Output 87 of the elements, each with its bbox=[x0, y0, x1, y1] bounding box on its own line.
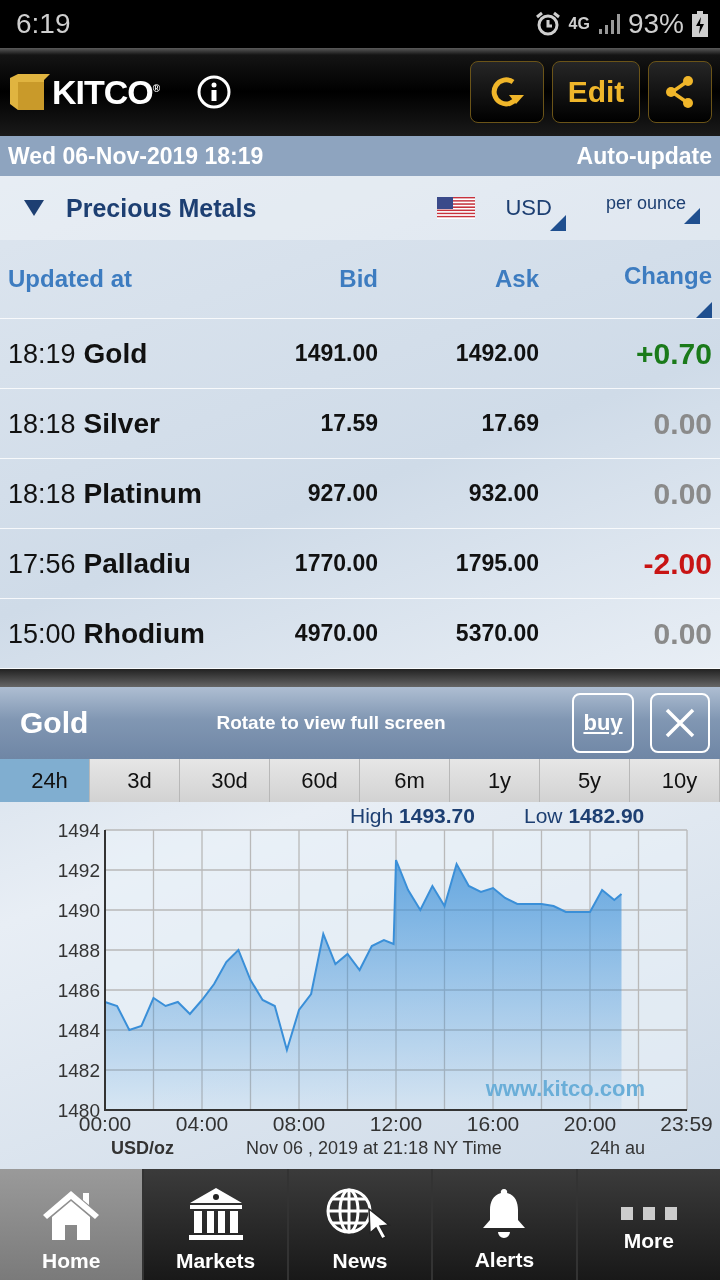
share-icon bbox=[664, 75, 696, 109]
price-change: +0.70 bbox=[635, 336, 712, 371]
date-time: Wed 06-Nov-2019 18:19 bbox=[8, 142, 264, 170]
axis-label: 12:00 bbox=[369, 1112, 423, 1135]
dropdown-icon bbox=[684, 207, 700, 224]
metal-name[interactable]: Silver bbox=[83, 407, 160, 440]
period-tab[interactable]: 6m bbox=[360, 759, 450, 802]
bid-price: 4970.00 bbox=[293, 620, 378, 647]
update-time: 15:00 bbox=[8, 618, 76, 650]
period-tab[interactable]: 30d bbox=[180, 759, 270, 802]
ask-price: 1795.00 bbox=[454, 550, 539, 577]
high-value: High 1493.70 bbox=[350, 804, 475, 827]
refresh-icon bbox=[489, 75, 525, 109]
nav-tab[interactable]: More bbox=[577, 1169, 720, 1280]
update-time: 17:56 bbox=[8, 548, 76, 580]
ask-price: 17.69 bbox=[480, 410, 539, 437]
edit-button[interactable]: Edit bbox=[552, 61, 640, 123]
share-button[interactable] bbox=[648, 61, 712, 123]
axis-label: 16:00 bbox=[466, 1112, 520, 1135]
metal-name[interactable]: Platinum bbox=[83, 477, 202, 510]
nav-tab[interactable]: Alerts bbox=[433, 1169, 576, 1280]
period-tab[interactable]: 5y bbox=[540, 759, 630, 802]
info-icon[interactable] bbox=[197, 75, 232, 109]
bid-price: 927.00 bbox=[306, 480, 378, 507]
refresh-button[interactable] bbox=[470, 61, 544, 123]
period-tab[interactable]: 60d bbox=[270, 759, 360, 802]
logo-text: KITCO$^{®}$ bbox=[52, 72, 160, 112]
ask-price: 932.00 bbox=[467, 480, 539, 507]
period-tab[interactable]: 10y bbox=[630, 759, 720, 802]
nav-tab[interactable]: Markets bbox=[144, 1169, 287, 1280]
alarm-icon bbox=[534, 11, 561, 37]
axis-label: 1488 bbox=[57, 940, 100, 961]
axis-label: 1494 bbox=[57, 820, 100, 841]
battery-level: 93% bbox=[627, 8, 684, 40]
metal-name[interactable]: Rhodium bbox=[83, 617, 205, 650]
period-tab[interactable]: 24h bbox=[0, 759, 90, 802]
update-time: 18:18 bbox=[8, 408, 76, 440]
price-change: 0.00 bbox=[652, 406, 712, 441]
watermark-text: www.kitco.com bbox=[485, 1076, 645, 1101]
bell-icon bbox=[481, 1188, 528, 1240]
axis-label: 08:00 bbox=[272, 1112, 326, 1135]
battery-icon bbox=[692, 11, 708, 37]
rotate-hint: Rotate to view full screen bbox=[215, 712, 447, 734]
nav-tab[interactable]: News bbox=[288, 1169, 432, 1280]
range-note: 24h au bbox=[590, 1138, 646, 1158]
metal-name[interactable]: Palladiu bbox=[83, 547, 191, 580]
axis-label: 1492 bbox=[57, 860, 100, 881]
section-title[interactable]: Precious Metals bbox=[66, 193, 438, 223]
update-time: 18:18 bbox=[8, 478, 76, 510]
clock: 6:19 bbox=[16, 8, 71, 40]
period-tab[interactable]: 3d bbox=[90, 759, 180, 802]
dropdown-icon bbox=[549, 215, 566, 231]
metal-name[interactable]: Gold bbox=[83, 337, 148, 370]
axis-label: 1486 bbox=[57, 980, 100, 1001]
chart-title: Gold bbox=[20, 706, 90, 740]
nav-tab[interactable]: Home bbox=[0, 1169, 143, 1280]
axis-label: 23:59 bbox=[660, 1112, 713, 1135]
expanded-triangle-icon[interactable] bbox=[24, 200, 44, 216]
close-icon bbox=[665, 708, 695, 738]
axis-label: 20:00 bbox=[563, 1112, 617, 1135]
axis-label: 1484 bbox=[57, 1020, 100, 1041]
bid-price: 1491.00 bbox=[293, 340, 378, 367]
price-change: -2.00 bbox=[642, 546, 712, 581]
dropdown-icon bbox=[696, 302, 712, 318]
logo-icon bbox=[10, 74, 50, 110]
price-change: 0.00 bbox=[652, 616, 712, 651]
close-button[interactable] bbox=[650, 693, 710, 753]
axis-label: 1482 bbox=[57, 1060, 100, 1081]
more-icon bbox=[620, 1207, 677, 1221]
network-label: 4G bbox=[568, 15, 590, 33]
bank-icon bbox=[187, 1187, 244, 1241]
axis-label: 04:00 bbox=[175, 1112, 229, 1135]
signal-icon bbox=[597, 13, 620, 35]
update-time: 18:19 bbox=[8, 338, 76, 370]
axis-label: 1490 bbox=[57, 900, 100, 921]
bid-price: 17.59 bbox=[319, 410, 378, 437]
currency-selector[interactable]: USD bbox=[505, 195, 552, 221]
ask-price: 1492.00 bbox=[454, 340, 539, 367]
price-change: 0.00 bbox=[652, 476, 712, 511]
flag-icon bbox=[437, 197, 476, 219]
unit-selector[interactable]: per ounce bbox=[605, 192, 686, 214]
period-tab[interactable]: 1y bbox=[450, 759, 540, 802]
low-value: Low 1482.90 bbox=[524, 804, 645, 827]
bid-price: 1770.00 bbox=[293, 550, 378, 577]
timestamp: Nov 06 , 2019 at 21:18 NY Time bbox=[246, 1138, 502, 1158]
ask-price: 5370.00 bbox=[454, 620, 539, 647]
unit-label: USD/oz bbox=[111, 1138, 174, 1158]
